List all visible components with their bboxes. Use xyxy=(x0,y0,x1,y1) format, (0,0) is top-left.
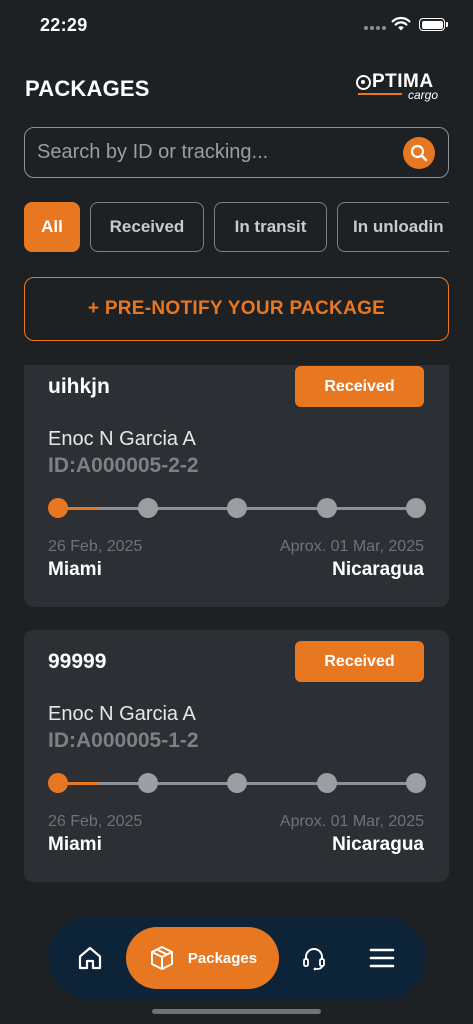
box-icon xyxy=(150,946,173,970)
filter-in-unloading[interactable]: In unloadin xyxy=(337,202,449,252)
logo-subtext: cargo xyxy=(407,88,438,102)
progress-step-dot xyxy=(316,498,337,518)
progress-step-dot xyxy=(48,773,68,793)
progress-step-dot xyxy=(48,498,68,518)
origin: Miami xyxy=(48,559,102,580)
logo-o-icon xyxy=(356,74,371,90)
destination: Nicaragua xyxy=(332,559,424,580)
search-box xyxy=(24,127,449,178)
status-time: 22:29 xyxy=(40,15,88,35)
bottom-nav: Packages xyxy=(48,917,426,999)
package-name: uihkjn xyxy=(48,375,110,398)
home-icon xyxy=(78,946,102,970)
signal-icon xyxy=(364,26,386,30)
package-id: ID:A000005-2-2 xyxy=(48,454,199,477)
status-badge: Received xyxy=(295,366,424,407)
headset-icon xyxy=(303,948,325,971)
nav-support[interactable] xyxy=(298,917,330,999)
package-owner: Enoc N Garcia A xyxy=(48,428,196,450)
nav-home[interactable] xyxy=(72,917,108,999)
status-badge: Received xyxy=(295,641,424,682)
wifi-icon xyxy=(391,16,411,31)
nav-packages[interactable]: Packages xyxy=(126,927,279,989)
filter-received[interactable]: Received xyxy=(90,202,204,252)
date-from: 26 Feb, 2025 xyxy=(48,813,143,830)
progress-step-dot xyxy=(137,773,158,793)
package-card[interactable]: 99999 Received Enoc N Garcia A ID:A00000… xyxy=(24,630,449,882)
date-to: Aprox. 01 Mar, 2025 xyxy=(279,538,424,555)
optima-logo: PTIMA cargo xyxy=(356,72,442,102)
package-card[interactable]: uihkjn Received Enoc N Garcia A ID:A0000… xyxy=(24,365,449,607)
nav-menu[interactable] xyxy=(366,917,398,999)
package-owner: Enoc N Garcia A xyxy=(48,703,196,725)
origin: Miami xyxy=(48,834,102,855)
search-input[interactable] xyxy=(37,128,397,176)
progress-step-dot xyxy=(316,773,337,793)
progress-step-dot xyxy=(406,498,426,518)
package-name: 99999 xyxy=(48,650,107,673)
search-button[interactable] xyxy=(403,137,435,169)
package-id: ID:A000005-1-2 xyxy=(48,729,199,752)
progress-step-dot xyxy=(406,773,426,793)
nav-packages-label: Packages xyxy=(187,949,258,967)
progress-step-dot xyxy=(227,773,247,793)
package-list: uihkjn Received Enoc N Garcia A ID:A0000… xyxy=(24,365,449,887)
progress-step-dot xyxy=(227,498,247,518)
search-icon xyxy=(410,144,428,162)
status-bar: 22:29 xyxy=(0,0,473,52)
prenotify-package-button[interactable]: + PRE-NOTIFY YOUR PACKAGE xyxy=(24,277,449,341)
progress-step-dot xyxy=(137,498,158,518)
filter-in-transit[interactable]: In transit xyxy=(214,202,327,252)
home-indicator xyxy=(152,1009,321,1014)
destination: Nicaragua xyxy=(332,834,424,855)
page-title: PACKAGES xyxy=(25,76,150,101)
filter-all[interactable]: All xyxy=(24,202,80,252)
battery-icon xyxy=(419,18,448,31)
menu-icon xyxy=(369,948,395,968)
filter-bar: All Received In transit In unloadin xyxy=(24,202,449,252)
date-to: Aprox. 01 Mar, 2025 xyxy=(279,813,424,830)
date-from: 26 Feb, 2025 xyxy=(48,538,143,555)
